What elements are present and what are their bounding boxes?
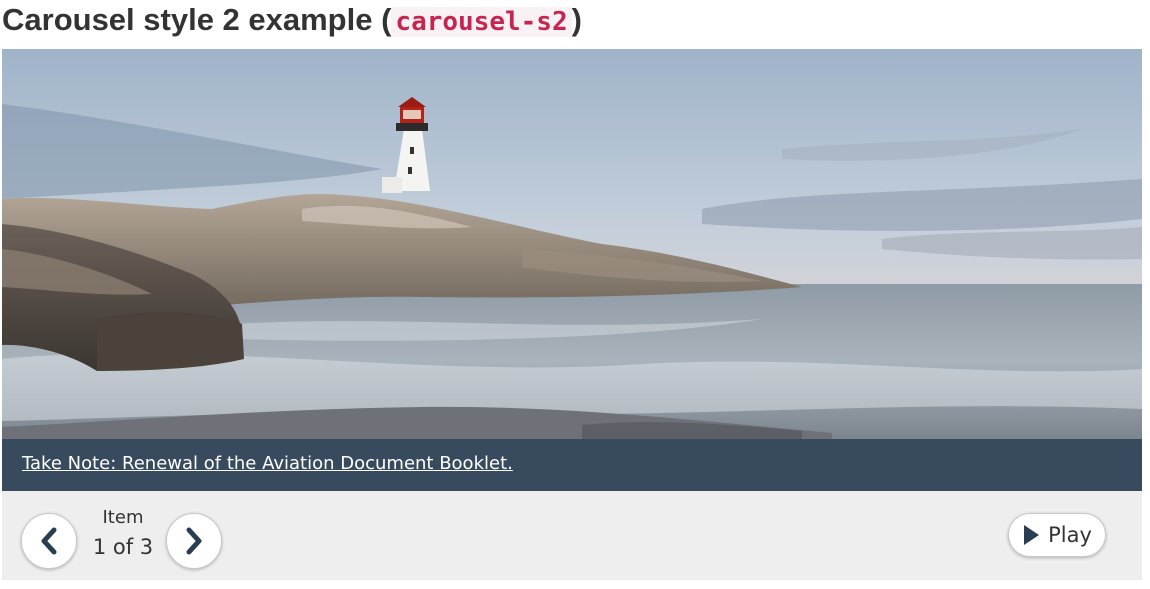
carousel-controls: Item 1 of 3 Play: [2, 491, 1142, 580]
chevron-right-icon: [186, 527, 202, 555]
carousel: Take Note: Renewal of the Aviation Docum…: [2, 49, 1142, 580]
item-counter: Item 1 of 3: [80, 505, 166, 563]
previous-button[interactable]: [21, 513, 77, 569]
item-count: 1 of 3: [92, 535, 154, 559]
caption-link[interactable]: Take Note: Renewal of the Aviation Docum…: [22, 453, 513, 474]
page-title-suffix: ): [571, 2, 582, 37]
slide-image: [2, 49, 1142, 439]
page-title: Carousel style 2 example (carousel-s2): [2, 0, 582, 44]
play-label: Play: [1048, 523, 1092, 547]
play-icon: [1024, 525, 1040, 545]
item-label: Item: [102, 507, 144, 528]
play-button[interactable]: Play: [1008, 513, 1106, 557]
page-title-text: Carousel style 2 example (: [2, 2, 392, 37]
next-button[interactable]: [166, 513, 222, 569]
chevron-left-icon: [41, 527, 57, 555]
caption-bar: Take Note: Renewal of the Aviation Docum…: [2, 439, 1142, 491]
lighthouse-photo: [2, 49, 1142, 439]
page-title-code: carousel-s2: [391, 7, 572, 37]
